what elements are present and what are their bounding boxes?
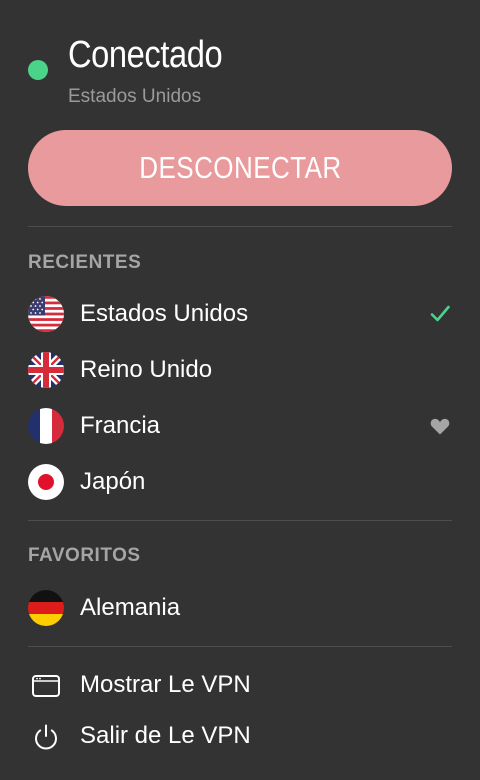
vpn-menu: Conectado Estados Unidos DESCONECTAR REC… — [0, 0, 480, 780]
favorite-item-label: Alemania — [80, 594, 181, 621]
france-flag-icon — [28, 408, 64, 444]
disconnect-button[interactable]: DESCONECTAR — [28, 130, 452, 206]
heart-icon[interactable] — [428, 414, 452, 438]
favorites-section-header: FAVORITOS — [28, 545, 141, 566]
window-icon — [30, 670, 62, 702]
recent-item-label: Japón — [80, 468, 146, 495]
recent-item-japon[interactable]: Japón — [28, 459, 452, 505]
quit-vpn-label: Salir de Le VPN — [80, 722, 251, 749]
recent-item-estados-unidos[interactable]: Estados Unidos — [28, 291, 452, 337]
show-vpn-label: Mostrar Le VPN — [80, 671, 251, 698]
recent-item-francia[interactable]: Francia — [28, 403, 452, 449]
recent-item-label: Reino Unido — [80, 356, 213, 383]
connected-status-dot — [28, 60, 48, 80]
quit-vpn-menu-item[interactable]: Salir de Le VPN — [28, 713, 452, 759]
japan-flag-icon — [28, 464, 64, 500]
us-flag-icon — [28, 296, 64, 332]
power-icon — [30, 721, 62, 753]
divider — [28, 226, 452, 227]
disconnect-button-label: DESCONECTAR — [138, 150, 342, 185]
show-vpn-menu-item[interactable]: Mostrar Le VPN — [28, 662, 452, 708]
status-location: Estados Unidos — [68, 86, 202, 107]
connection-status: Conectado Estados Unidos — [28, 34, 448, 114]
checkmark-icon — [428, 302, 452, 326]
divider — [28, 646, 452, 647]
recent-item-label: Francia — [80, 412, 161, 439]
recent-section-header: RECIENTES — [28, 252, 142, 273]
recent-item-label: Estados Unidos — [80, 300, 249, 327]
status-title: Conectado — [68, 34, 223, 76]
divider — [28, 520, 452, 521]
favorite-item-alemania[interactable]: Alemania — [28, 585, 452, 631]
germany-flag-icon — [28, 590, 64, 626]
recent-item-reino-unido[interactable]: Reino Unido — [28, 347, 452, 393]
uk-flag-icon — [28, 352, 64, 388]
